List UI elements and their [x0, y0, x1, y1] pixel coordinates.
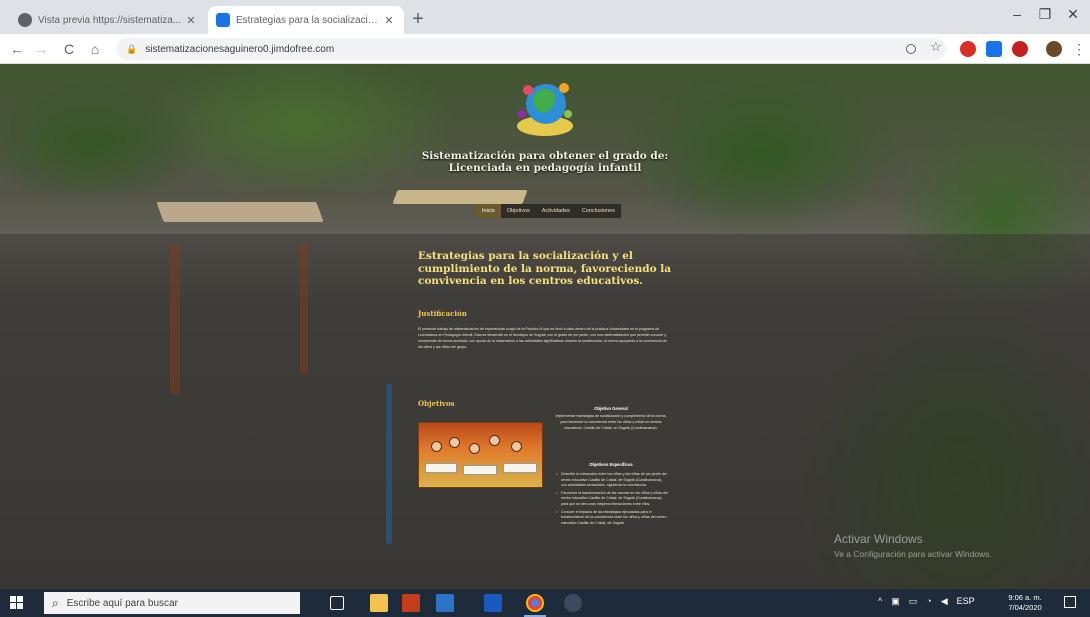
task-view-icon[interactable] — [330, 596, 344, 610]
list-item: Describir la interacción entre los niños… — [556, 472, 668, 489]
general-objective-body: Implementar estrategias de socialización… — [555, 414, 667, 430]
child-figure — [431, 441, 442, 452]
powerpoint-icon[interactable] — [402, 594, 420, 612]
tab-current[interactable]: Estrategias para la socialización... ✕ — [208, 6, 404, 34]
table-leg — [300, 244, 308, 374]
nav-item-objetivos[interactable]: Objetivos — [501, 204, 536, 218]
language-indicator[interactable]: ESP — [957, 596, 975, 607]
store-icon[interactable] — [436, 594, 454, 612]
lock-icon: 🔒 — [126, 43, 138, 54]
clock-date: 7/04/2020 — [1008, 603, 1042, 612]
nav-item-actividades[interactable]: Actividades — [536, 204, 576, 218]
word-icon[interactable] — [484, 594, 502, 612]
taskbar-clock[interactable]: 9:06 a. m. 7/04/2020 — [1004, 593, 1046, 613]
browser-tab-strip: Vista previa https://sistematiza... ✕ Es… — [0, 0, 1090, 34]
browser-toolbar: ← → C ⌂ 🔒 sistematizacionesaguinero0.jim… — [0, 34, 1090, 64]
child-figure — [489, 435, 500, 446]
new-tab-button[interactable]: + — [406, 8, 430, 32]
tab-preview[interactable]: Vista previa https://sistematiza... ✕ — [10, 6, 206, 34]
classroom-photo — [418, 422, 543, 488]
tab-close-icon[interactable]: ✕ — [184, 14, 198, 27]
desk — [503, 463, 537, 473]
tab-title: Vista previa https://sistematiza... — [38, 14, 182, 26]
network-icon[interactable]: ▣ — [891, 596, 900, 607]
minimize-button[interactable]: – — [1002, 6, 1032, 26]
profile-avatar[interactable] — [1046, 41, 1062, 57]
jimdo-icon — [216, 13, 230, 27]
site-title[interactable]: Sistematización para obtener el grado de… — [400, 150, 690, 174]
specific-objectives-title: Objetivos Específicos — [589, 462, 633, 467]
menu-icon[interactable]: ⋮ — [1068, 38, 1090, 60]
chrome-icon[interactable] — [526, 594, 544, 612]
extension-red-icon[interactable] — [960, 41, 976, 57]
nav-item-inicio[interactable]: Inicio — [476, 204, 501, 218]
taskbar-search-input[interactable]: ⌕ Escribe aquí para buscar — [44, 592, 300, 614]
page-heading: Estrategias para la socialización y el c… — [418, 250, 672, 287]
search-icon: ⌕ — [52, 595, 59, 610]
chair-leg — [386, 384, 392, 544]
system-tray: ^ ▣ ▭ ◔ ◀ ESP — [878, 596, 975, 607]
watermark-line1: Activar Windows — [834, 532, 923, 546]
back-button[interactable]: ← — [6, 38, 28, 60]
nav-item-conclusiones[interactable]: Conclusiones — [576, 204, 621, 218]
app-icon[interactable] — [564, 594, 582, 612]
star-icon[interactable]: ☆ — [930, 39, 946, 55]
web-page: Sistematización para obtener el grado de… — [0, 64, 1090, 589]
windows-taskbar: ⌕ Escribe aquí para buscar ^ ▣ ▭ ◔ ◀ ESP… — [0, 589, 1090, 617]
maximize-button[interactable]: ❐ — [1030, 6, 1060, 26]
windows-start-icon[interactable] — [10, 596, 24, 610]
reload-button[interactable]: C — [58, 38, 80, 60]
volume-icon[interactable]: ◀ — [941, 596, 948, 607]
globe-icon — [18, 13, 32, 27]
forward-button[interactable]: → — [30, 38, 52, 60]
site-logo[interactable] — [510, 74, 580, 140]
windows-activation-watermark: Activar Windows Ve a Configuración para … — [834, 532, 992, 559]
notification-icon[interactable] — [1064, 596, 1076, 608]
address-bar[interactable]: 🔒 sistematizacionesaguinero0.jimdofree.c… — [116, 38, 946, 60]
table-shape — [156, 202, 324, 222]
home-button[interactable]: ⌂ — [84, 38, 106, 60]
extension-blue-icon[interactable] — [986, 41, 1002, 57]
child-figure — [511, 441, 522, 452]
justification-heading: Justificación — [418, 309, 467, 318]
screen: Vista previa https://sistematiza... ✕ Es… — [0, 0, 1090, 617]
table-shape — [392, 190, 528, 204]
chevron-up-icon[interactable]: ^ — [878, 596, 882, 607]
clock-time: 9:06 a. m. — [1008, 593, 1042, 602]
address-url: sistematizacionesaguinero0.jimdofree.com — [145, 43, 335, 55]
justification-body: El presente trabajo de sistematización d… — [418, 327, 667, 349]
general-objective-title: Objetivo General — [594, 406, 628, 411]
child-figure — [449, 437, 460, 448]
objectives-heading: Objetivos — [418, 399, 455, 408]
table-leg — [170, 244, 180, 394]
desk — [463, 465, 497, 475]
adblock-icon[interactable] — [1012, 41, 1028, 57]
site-nav: Inicio Objetivos Actividades Conclusione… — [476, 204, 621, 218]
desk — [425, 463, 457, 473]
tab-title: Estrategias para la socialización... — [236, 14, 382, 26]
file-explorer-icon[interactable] — [370, 594, 388, 612]
battery-icon[interactable]: ▭ — [909, 596, 918, 607]
wifi-icon[interactable]: ◔ — [926, 596, 931, 607]
watermark-line2: Ve a Configuración para activar Windows. — [834, 549, 992, 559]
child-figure — [469, 443, 480, 454]
list-item: Favorecer la transformación de las norma… — [556, 491, 668, 508]
list-item: Conocer el impacto de las estrategias ej… — [556, 510, 668, 527]
taskbar-search-placeholder: Escribe aquí para buscar — [66, 597, 178, 609]
search-icon[interactable] — [906, 44, 916, 54]
specific-objectives-list: Describir la interacción entre los niños… — [556, 472, 668, 528]
tab-close-icon[interactable]: ✕ — [382, 14, 396, 27]
close-button[interactable]: ✕ — [1058, 6, 1088, 26]
